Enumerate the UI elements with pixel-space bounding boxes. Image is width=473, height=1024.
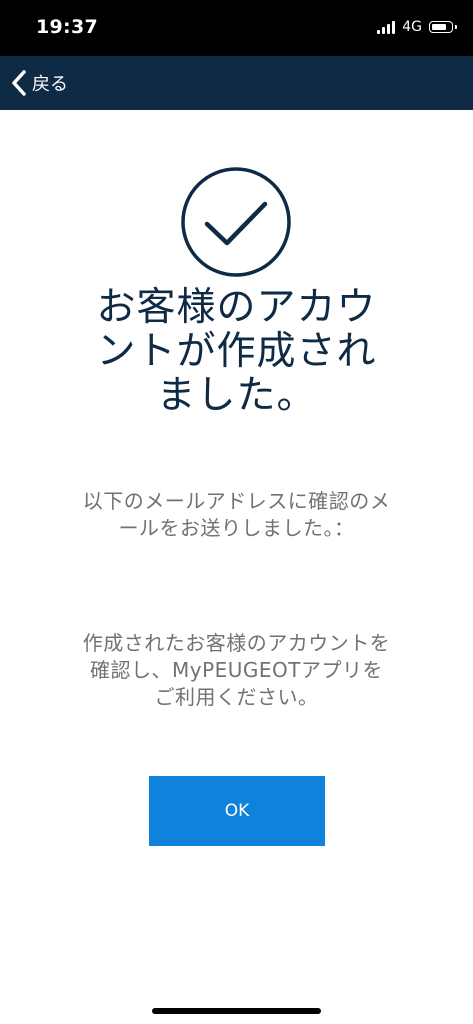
confirmation-message: 以下のメールアドレスに確認のメールをお送りしました。： (82, 489, 391, 540)
signal-icon (377, 20, 396, 34)
check-circle-icon (181, 167, 291, 277)
back-label: 戻る (32, 74, 68, 95)
network-label: 4G (402, 19, 422, 35)
instruction-message: 作成されたお客様のアカウントを確認し、MyPEUGEOTアプリをご利用ください。 (82, 631, 391, 709)
home-indicator (152, 1008, 321, 1014)
main-content: お客様のアカウントが作成されました。 以下のメールアドレスに確認のメールをお送り… (0, 110, 473, 1024)
back-button[interactable]: 戻る (10, 68, 68, 98)
chevron-left-icon (12, 70, 26, 96)
status-bar: 19:37 4G (0, 0, 473, 56)
page-title: お客様のアカウントが作成されました。 (96, 285, 377, 418)
status-icons: 4G (377, 19, 457, 35)
ok-button[interactable]: OK (149, 776, 325, 846)
nav-bar: 戻る (0, 56, 473, 110)
battery-icon (429, 21, 457, 33)
status-time: 19:37 (36, 16, 98, 38)
